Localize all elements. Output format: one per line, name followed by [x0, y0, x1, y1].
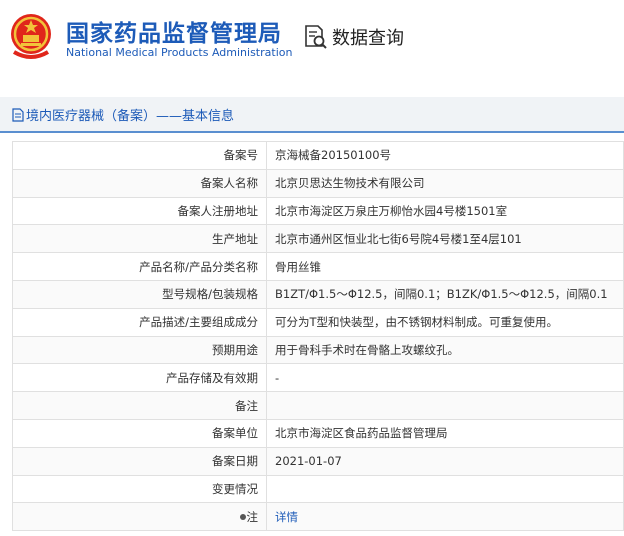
table-row: 备案人名称 北京贝思达生物技术有限公司 [12, 168, 624, 198]
row-label: 产品存储及有效期 [12, 363, 267, 393]
row-value: 北京贝思达生物技术有限公司 [266, 168, 624, 198]
row-label: 产品描述/主要组成成分 [12, 307, 267, 337]
site-header: 国家药品监督管理局 National Medical Products Admi… [0, 0, 624, 78]
row-value [266, 474, 624, 504]
row-label: 生产地址 [12, 224, 267, 254]
row-label: 备案日期 [12, 446, 267, 476]
details-link[interactable]: 详情 [275, 510, 298, 524]
site-title-cn: 国家药品监督管理局 [66, 21, 282, 47]
table-row: 备注 [12, 391, 624, 420]
row-value: 北京市海淀区万泉庄万柳怡水园4号楼1501室 [266, 196, 624, 226]
table-row: 产品描述/主要组成成分 可分为T型和快装型，由不锈钢材料制成。可重复使用。 [12, 307, 624, 337]
note-label-cell: 注 [12, 502, 267, 532]
data-query-link[interactable]: 数据查询 [302, 24, 404, 50]
row-label: 产品名称/产品分类名称 [12, 252, 267, 281]
row-label: 备注 [12, 391, 267, 420]
table-row: 备案单位 北京市海淀区食品药品监督管理局 [12, 418, 624, 448]
row-value: 可分为T型和快装型，由不锈钢材料制成。可重复使用。 [266, 307, 624, 337]
row-label: 备案人注册地址 [12, 196, 267, 226]
breadcrumb-text: 境内医疗器械（备案）——基本信息 [26, 109, 235, 124]
table-row: 备案号 京海械备20150100号 [12, 141, 624, 170]
table-row: 变更情况 [12, 474, 624, 504]
row-value [266, 391, 624, 420]
note-row: 注 详情 [12, 502, 624, 532]
table-row: 产品存储及有效期 - [12, 363, 624, 393]
table-row: 型号规格/包装规格 B1ZT/Φ1.5～Φ12.5，间隔0.1；B1ZK/Φ1.… [12, 279, 624, 309]
row-label: 型号规格/包装规格 [12, 279, 267, 309]
bullet-icon [239, 514, 246, 521]
data-query-label: 数据查询 [332, 28, 404, 49]
row-value: 2021-01-07 [266, 446, 624, 476]
row-label: 备案人名称 [12, 168, 267, 198]
record-detail-table: 备案号 京海械备20150100号 备案人名称 北京贝思达生物技术有限公司 备案… [12, 141, 624, 532]
breadcrumb: 境内医疗器械（备案）——基本信息 [12, 105, 234, 124]
row-label: 变更情况 [12, 474, 267, 504]
row-label: 备案单位 [12, 418, 267, 448]
table-row: 产品名称/产品分类名称 骨用丝锥 [12, 252, 624, 281]
row-value: 用于骨科手术时在骨骼上攻螺纹孔。 [266, 335, 624, 365]
document-icon [12, 107, 24, 122]
breadcrumb-bar: 境内医疗器械（备案）——基本信息 [0, 97, 624, 133]
table-row: 预期用途 用于骨科手术时在骨骼上攻螺纹孔。 [12, 335, 624, 365]
row-value: 京海械备20150100号 [266, 141, 624, 170]
row-value: - [266, 363, 624, 393]
note-label: 注 [246, 509, 259, 524]
row-value: 北京市海淀区食品药品监督管理局 [266, 418, 624, 448]
table-row: 生产地址 北京市通州区恒业北七街6号院4号楼1至4层101 [12, 224, 624, 254]
note-value-cell: 详情 [266, 502, 624, 532]
site-title-en: National Medical Products Administration [66, 46, 293, 59]
table-row: 备案人注册地址 北京市海淀区万泉庄万柳怡水园4号楼1501室 [12, 196, 624, 226]
row-label: 预期用途 [12, 335, 267, 365]
row-label: 备案号 [12, 141, 267, 170]
row-value: B1ZT/Φ1.5～Φ12.5，间隔0.1；B1ZK/Φ1.5～Φ12.5，间隔… [266, 279, 624, 309]
national-emblem-icon [11, 14, 51, 59]
document-search-icon [305, 25, 327, 49]
row-value: 骨用丝锥 [266, 252, 624, 281]
row-value: 北京市通州区恒业北七街6号院4号楼1至4层101 [266, 224, 624, 254]
table-row: 备案日期 2021-01-07 [12, 446, 624, 476]
